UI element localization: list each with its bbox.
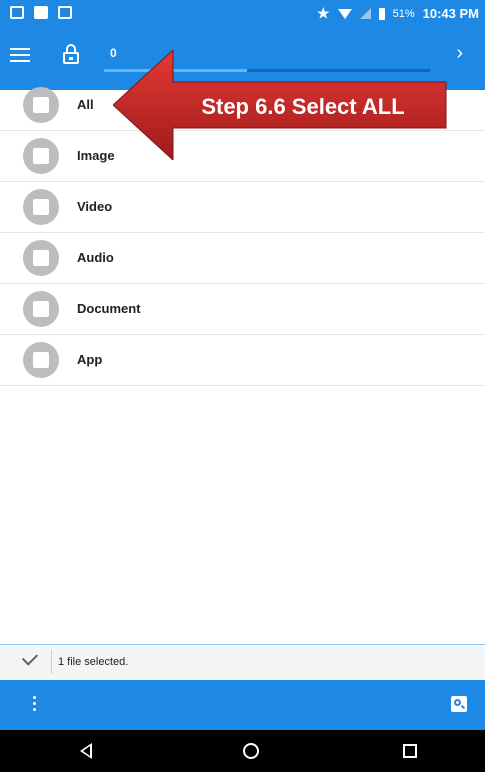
- bottom-action-bar: [0, 680, 485, 730]
- app-icon: [23, 342, 59, 378]
- battery-percentage: 51%: [392, 7, 415, 20]
- selection-status-bar: 1 file selected.: [0, 644, 485, 680]
- status-bar: ★ 51% 10:43 PM: [0, 0, 485, 30]
- recents-icon[interactable]: [403, 744, 417, 758]
- callout-text: Step 6.6 Select ALL: [201, 94, 405, 119]
- home-icon[interactable]: [243, 743, 259, 759]
- image-icon: [23, 138, 59, 174]
- video-icon: [23, 189, 59, 225]
- signal-icon: [359, 8, 371, 19]
- category-item-audio[interactable]: Audio: [0, 233, 485, 284]
- back-icon[interactable]: [80, 743, 92, 759]
- check-icon[interactable]: [21, 649, 39, 666]
- battery-icon: [378, 7, 385, 20]
- chevron-right-icon[interactable]: ›: [456, 43, 463, 63]
- category-label: All: [77, 97, 94, 112]
- system-icons: ★ 51% 10:43 PM: [317, 5, 479, 22]
- category-label: Document: [77, 301, 141, 316]
- audio-icon: [23, 240, 59, 276]
- category-item-app[interactable]: App: [0, 335, 485, 386]
- star-icon: ★: [317, 5, 330, 21]
- category-label: Audio: [77, 250, 114, 265]
- category-label: Video: [77, 199, 113, 214]
- clock: 10:43 PM: [422, 6, 479, 21]
- category-label: Image: [77, 148, 115, 163]
- lock-icon[interactable]: [63, 44, 79, 64]
- category-item-video[interactable]: Video: [0, 182, 485, 233]
- more-options-icon[interactable]: [33, 696, 37, 714]
- category-item-document[interactable]: Document: [0, 284, 485, 335]
- divider: [51, 650, 52, 674]
- notification-icons: [10, 6, 72, 19]
- image-notification-icon: [10, 6, 24, 19]
- document-icon: [23, 291, 59, 327]
- mail-icon: [58, 6, 72, 19]
- menu-icon[interactable]: [10, 44, 30, 64]
- outlook-icon: [34, 6, 48, 19]
- folder-icon: [23, 87, 59, 123]
- selection-text: 1 file selected.: [58, 656, 129, 668]
- wifi-icon: [337, 8, 352, 19]
- category-label: App: [77, 352, 103, 367]
- search-icon[interactable]: [451, 696, 467, 712]
- system-nav-bar: [0, 730, 485, 772]
